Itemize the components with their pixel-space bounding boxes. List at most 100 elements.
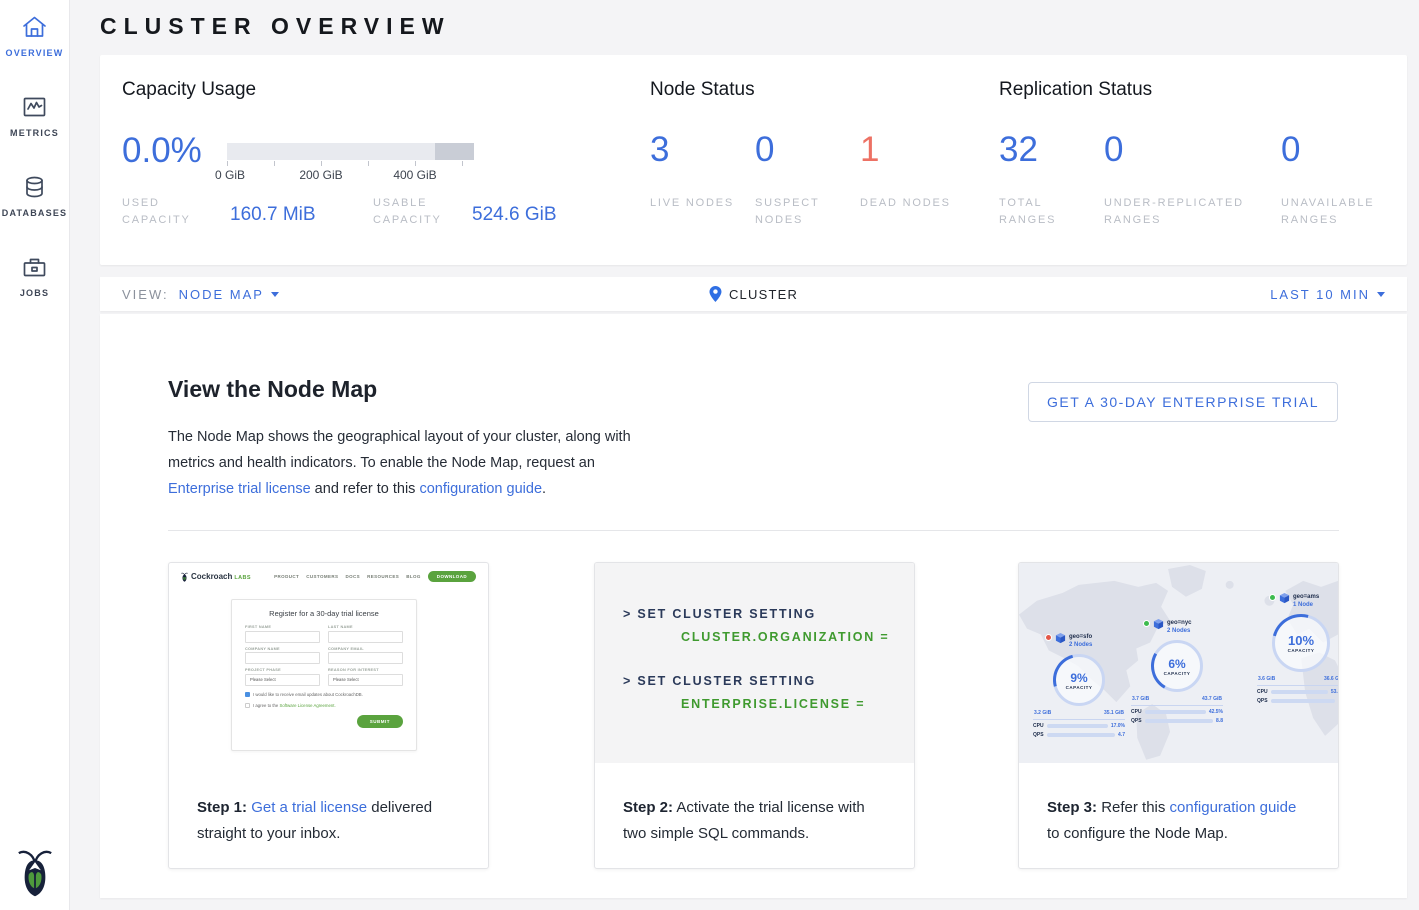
- capacity-tick-label-200: 200 GiB: [299, 168, 342, 182]
- description-text: .: [542, 481, 546, 497]
- time-range-dropdown[interactable]: LAST 10 MIN: [1270, 287, 1407, 302]
- suspect-nodes-label: SUSPECT NODES: [755, 195, 851, 229]
- sidebar-label-jobs: JOBS: [20, 288, 49, 298]
- mini-checkbox-license: I agree to the Software License Agreemen…: [245, 703, 403, 708]
- used-capacity-label: USED CAPACITY: [122, 195, 218, 229]
- sidebar-item-jobs[interactable]: JOBS: [0, 240, 69, 320]
- page-title: CLUSTER OVERVIEW: [100, 13, 451, 40]
- sql-setting: ENTERPRISE.LICENSE =: [623, 697, 914, 711]
- dead-nodes-label: DEAD NODES: [860, 195, 956, 212]
- suspect-nodes-value: 0: [755, 129, 851, 171]
- used-capacity-value: 160.7 MiB: [230, 204, 316, 226]
- mini-nav-docs: DOCS: [345, 574, 360, 579]
- node-cube-icon: [1153, 619, 1164, 630]
- sidebar-item-overview[interactable]: OVERVIEW: [0, 0, 69, 80]
- sql-command: > SET CLUSTER SETTING: [623, 607, 914, 621]
- total-ranges-stat: 32 TOTAL RANGES: [999, 129, 1095, 229]
- main-content: CLUSTER OVERVIEW Capacity Usage 0.0% 0 G…: [70, 0, 1419, 910]
- enterprise-trial-button[interactable]: GET A 30-DAY ENTERPRISE TRIAL: [1028, 382, 1338, 422]
- map-node-ams: geo=ams1 Node 10% CAPACITY 3.6 GiB36.6 G…: [1257, 593, 1338, 704]
- node-map-description: The Node Map shows the geographical layo…: [168, 424, 636, 502]
- qps-sparkline: [1145, 719, 1213, 723]
- mini-nav-blog: BLOG: [406, 574, 421, 579]
- step2-label: Step 2:: [623, 799, 673, 816]
- step3-card: geo=sfo2 Nodes 9% CAPACITY 3.2 GiB35.1 G…: [1018, 562, 1339, 869]
- sidebar-item-metrics[interactable]: METRICS: [0, 80, 69, 160]
- dead-nodes-value: 1: [860, 129, 956, 171]
- mini-nav-customers: CUSTOMERS: [306, 574, 338, 579]
- unavailable-ranges-stat: 0 UNAVAILABLE RANGES: [1281, 129, 1396, 229]
- view-selector-value: NODE MAP: [179, 287, 264, 302]
- capacity-tick: [274, 161, 275, 166]
- mini-submit-button: SUBMIT: [357, 715, 403, 728]
- mini-field-company-email: COMPANY EMAIL: [328, 647, 403, 665]
- unavailable-ranges-value: 0: [1281, 129, 1396, 171]
- configuration-guide-link[interactable]: configuration guide: [419, 481, 542, 497]
- node-cube-icon: [1279, 593, 1290, 604]
- dead-status-dot-icon: [1045, 634, 1052, 641]
- mini-trial-form: Register for a 30-day trial license FIRS…: [231, 599, 417, 751]
- mini-field-company-name: COMPANY NAME: [245, 647, 320, 665]
- cluster-overview-page: OVERVIEW METRICS DATABASES JOBS: [0, 0, 1419, 910]
- step3-text: to configure the Node Map.: [1047, 825, 1228, 842]
- under-replicated-ranges-label: UNDER-REPLICATED RANGES: [1104, 195, 1269, 229]
- mini-site-brand: Cockroach LABS: [191, 572, 251, 581]
- step1-caption: Step 1: Get a trial license delivered st…: [169, 763, 488, 847]
- view-label: VIEW:: [122, 287, 169, 302]
- cockroachdb-logo: [17, 846, 53, 898]
- mini-field-project-phase: PROJECT PHASEPlease Select: [245, 668, 320, 686]
- step3-text: Refer this: [1101, 799, 1169, 816]
- sidebar: OVERVIEW METRICS DATABASES JOBS: [0, 0, 70, 910]
- view-selector-dropdown[interactable]: NODE MAP: [179, 287, 279, 302]
- live-nodes-stat: 3 LIVE NODES: [650, 129, 746, 212]
- location-pin-icon: [709, 286, 721, 302]
- cluster-summary-card: Capacity Usage 0.0% 0 GiB 200 GiB 400 Gi…: [100, 55, 1407, 265]
- configuration-guide-link[interactable]: configuration guide: [1170, 799, 1297, 816]
- get-trial-license-link[interactable]: Get a trial license: [251, 799, 367, 816]
- live-status-dot-icon: [1269, 594, 1276, 601]
- mini-nav-product: PRODUCT: [274, 574, 299, 579]
- checkbox-unchecked-icon: [245, 703, 250, 708]
- sidebar-label-databases: DATABASES: [2, 208, 67, 218]
- mini-field-last-name: LAST NAME: [328, 625, 403, 643]
- breadcrumb-cluster: CLUSTER: [729, 287, 798, 302]
- metrics-icon: [21, 94, 48, 121]
- dead-nodes-stat: 1 DEAD NODES: [860, 129, 956, 212]
- step1-label: Step 1:: [197, 799, 247, 816]
- qps-sparkline: [1271, 699, 1335, 703]
- map-node-sfo: geo=sfo2 Nodes 9% CAPACITY 3.2 GiB35.1 G…: [1033, 633, 1125, 738]
- capacity-bar: [227, 143, 474, 160]
- mini-site-nav: PRODUCT CUSTOMERS DOCS RESOURCES BLOG DO…: [274, 571, 476, 582]
- sql-setting: CLUSTER.ORGANIZATION =: [623, 630, 914, 644]
- capacity-ring: 10% CAPACITY: [1272, 614, 1330, 672]
- sidebar-item-databases[interactable]: DATABASES: [0, 160, 69, 240]
- capacity-tick-label-0: 0 GiB: [215, 168, 245, 182]
- step1-website-screenshot: Cockroach LABS PRODUCT CUSTOMERS DOCS RE…: [169, 563, 488, 763]
- step2-caption: Step 2: Activate the trial license with …: [595, 763, 914, 847]
- capacity-ring: 6% CAPACITY: [1151, 640, 1203, 692]
- capacity-tick: [415, 161, 416, 166]
- sidebar-label-overview: OVERVIEW: [6, 48, 64, 58]
- database-icon: [21, 174, 48, 201]
- step2-code-block: > SET CLUSTER SETTING CLUSTER.ORGANIZATI…: [595, 563, 914, 763]
- brand-name: Cockroach: [191, 572, 232, 581]
- mini-form-title: Register for a 30-day trial license: [245, 609, 403, 618]
- replication-status-title: Replication Status: [999, 79, 1152, 101]
- step3-label: Step 3:: [1047, 799, 1097, 816]
- view-bar: VIEW: NODE MAP CLUSTER LAST 10 MIN: [100, 277, 1407, 311]
- time-range-value: LAST 10 MIN: [1270, 287, 1370, 302]
- description-text: and refer to this: [311, 481, 420, 497]
- step3-caption: Step 3: Refer this configuration guide t…: [1019, 763, 1338, 847]
- mini-field-reason: REASON FOR INTERESTPlease Select: [328, 668, 403, 686]
- capacity-tick: [462, 161, 463, 166]
- cpu-sparkline: [1047, 724, 1108, 728]
- capacity-bar-reserved-segment: [435, 143, 474, 160]
- capacity-ring: 9% CAPACITY: [1053, 654, 1105, 706]
- cpu-sparkline: [1145, 710, 1206, 714]
- chevron-down-icon: [1377, 292, 1385, 297]
- description-text: The Node Map shows the geographical layo…: [168, 429, 631, 471]
- sql-command: > SET CLUSTER SETTING: [623, 674, 914, 688]
- total-ranges-value: 32: [999, 129, 1095, 171]
- enterprise-trial-license-link[interactable]: Enterprise trial license: [168, 481, 311, 497]
- qps-sparkline: [1047, 733, 1115, 737]
